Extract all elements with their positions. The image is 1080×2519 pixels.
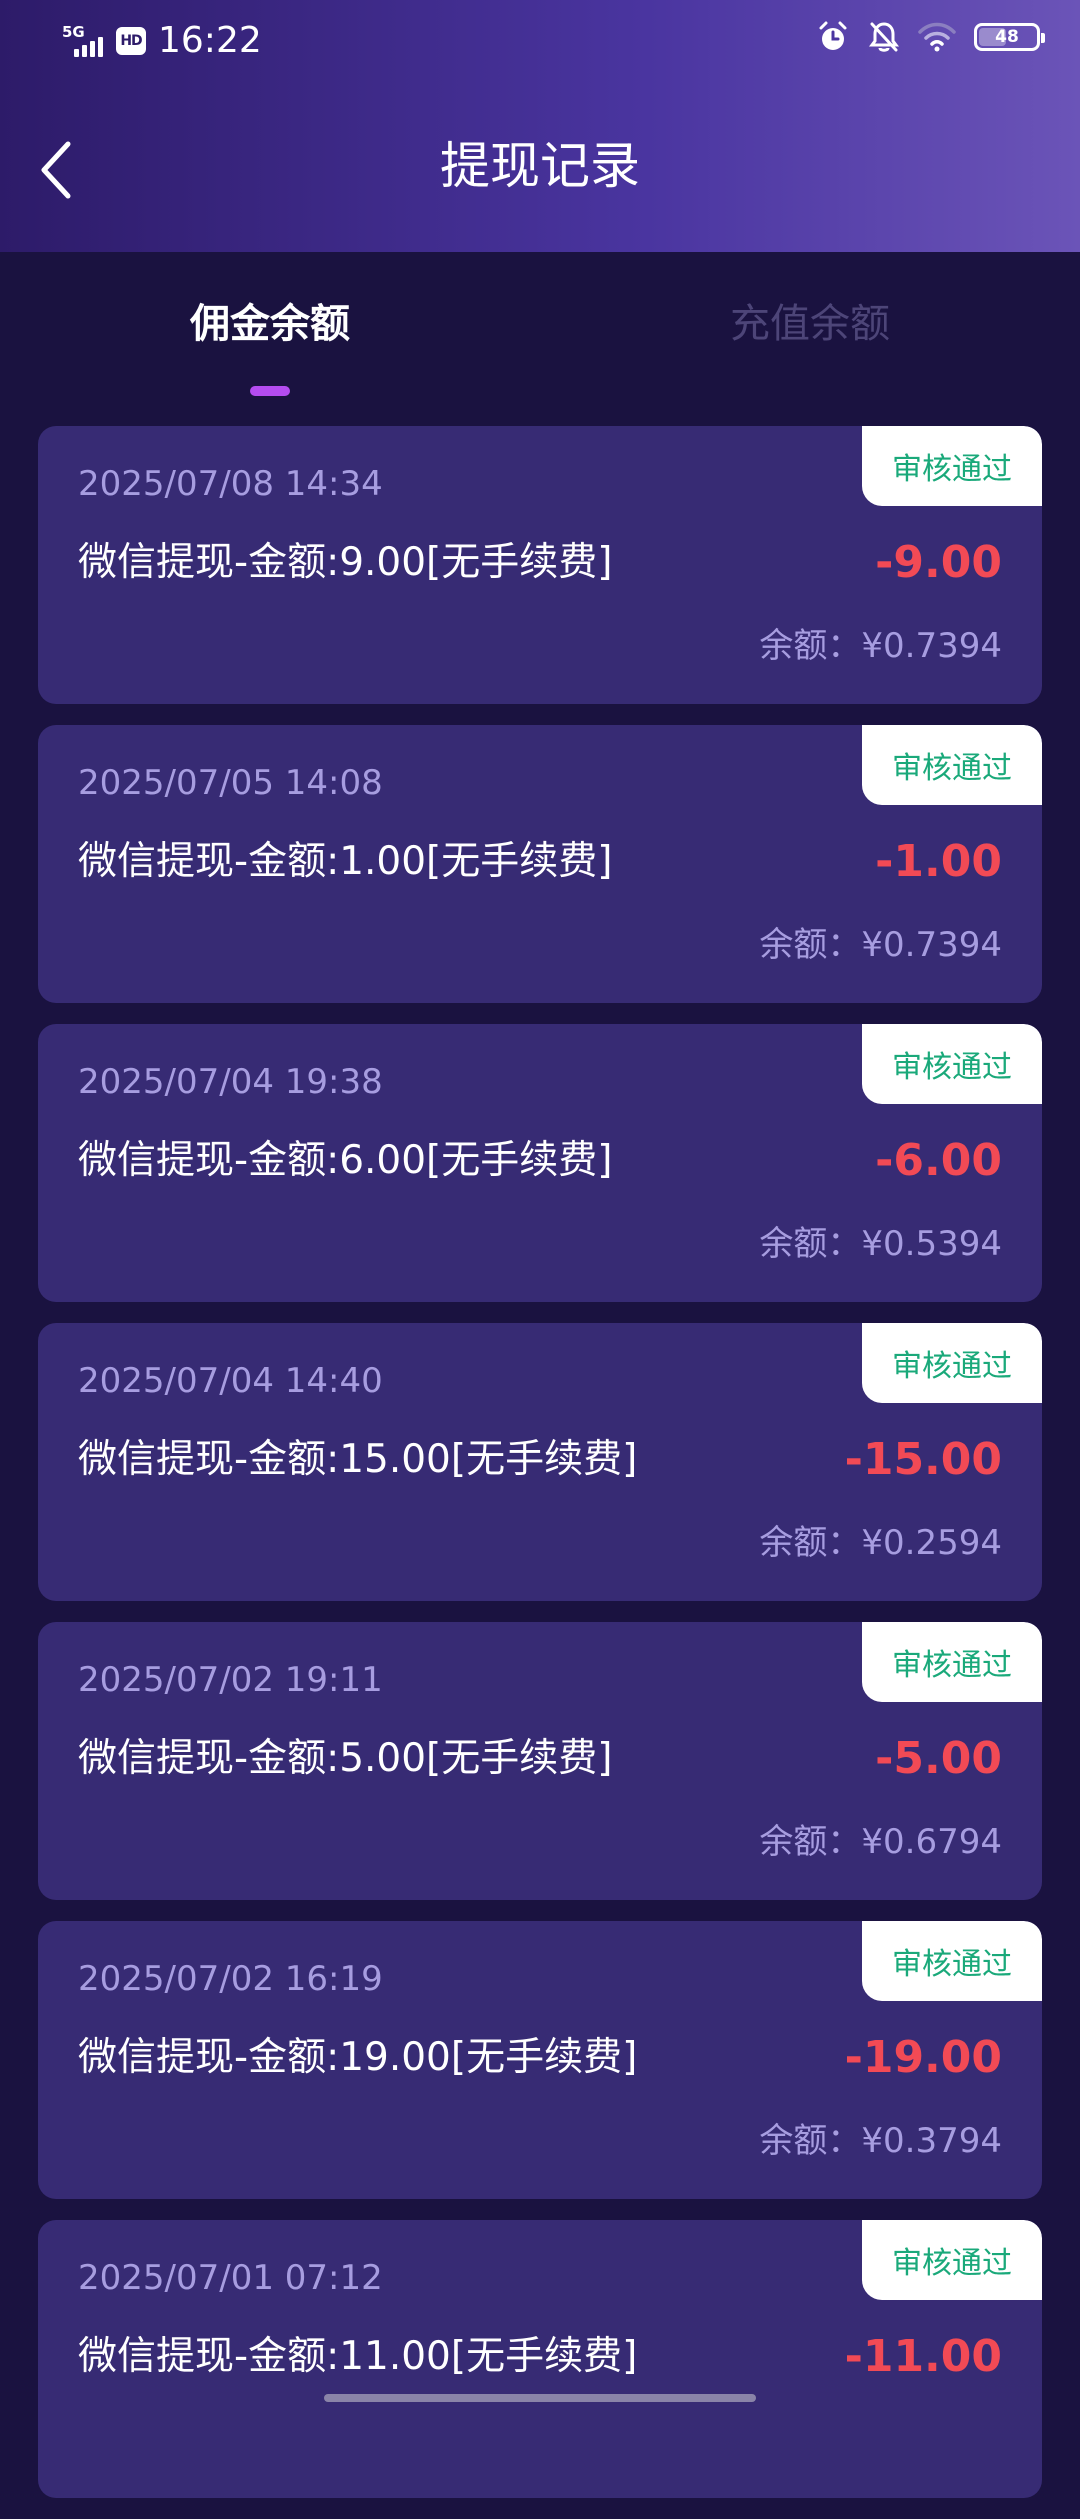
tab-indicator (250, 386, 290, 396)
page-title: 提现记录 (440, 137, 640, 195)
record-amount: -11.00 (844, 2331, 1002, 2382)
alarm-icon (816, 20, 850, 54)
record-date: 2025/07/02 19:11 (78, 1660, 383, 1700)
record-card[interactable]: 审核通过 2025/07/08 14:34 微信提现-金额:9.00[无手续费]… (38, 426, 1042, 704)
record-amount: -15.00 (844, 1434, 1002, 1485)
record-amount: -1.00 (875, 836, 1002, 887)
tab-bar: 佣金余额 充值余额 (0, 252, 1080, 412)
status-badge: 审核通过 (862, 725, 1042, 805)
record-description: 微信提现-金额:5.00[无手续费] (78, 1736, 613, 1781)
status-bar: 5G HD 16:22 48 (0, 0, 1080, 84)
home-indicator[interactable] (324, 2394, 756, 2402)
bell-off-icon (868, 20, 900, 54)
record-card[interactable]: 审核通过 2025/07/02 19:11 微信提现-金额:5.00[无手续费]… (38, 1622, 1042, 1900)
record-amount: -6.00 (875, 1135, 1002, 1186)
status-badge: 审核通过 (862, 1622, 1042, 1702)
record-description: 微信提现-金额:1.00[无手续费] (78, 839, 613, 884)
status-badge: 审核通过 (862, 1921, 1042, 2001)
record-card[interactable]: 审核通过 2025/07/01 07:12 微信提现-金额:11.00[无手续费… (38, 2220, 1042, 2498)
record-description: 微信提现-金额:6.00[无手续费] (78, 1138, 613, 1183)
record-date: 2025/07/01 07:12 (78, 2258, 383, 2298)
record-description: 微信提现-金额:19.00[无手续费] (78, 2035, 638, 2080)
status-left: 5G HD 16:22 (62, 20, 262, 61)
battery-icon: 48 (974, 23, 1045, 51)
record-amount: -5.00 (875, 1733, 1002, 1784)
record-balance: 余额：¥0.5394 (759, 1224, 1002, 1264)
record-description: 微信提现-金额:15.00[无手续费] (78, 1437, 638, 1482)
status-time: 16:22 (158, 20, 262, 61)
record-card[interactable]: 审核通过 2025/07/05 14:08 微信提现-金额:1.00[无手续费]… (38, 725, 1042, 1003)
record-balance: 余额：¥0.2594 (759, 1523, 1002, 1563)
record-balance: 余额：¥0.6794 (759, 1822, 1002, 1862)
record-card[interactable]: 审核通过 2025/07/02 16:19 微信提现-金额:19.00[无手续费… (38, 1921, 1042, 2199)
record-date: 2025/07/04 14:40 (78, 1361, 383, 1401)
record-amount: -9.00 (875, 537, 1002, 588)
record-amount: -19.00 (844, 2032, 1002, 2083)
status-badge: 审核通过 (862, 1024, 1042, 1104)
hd-icon: HD (116, 26, 146, 55)
record-date: 2025/07/04 19:38 (78, 1062, 383, 1102)
status-badge: 审核通过 (862, 1323, 1042, 1403)
signal-icon: 5G (62, 23, 108, 59)
record-date: 2025/07/08 14:34 (78, 464, 383, 504)
nav-bar: 提现记录 (0, 110, 1080, 230)
record-card[interactable]: 审核通过 2025/07/04 14:40 微信提现-金额:15.00[无手续费… (38, 1323, 1042, 1601)
record-description: 微信提现-金额:9.00[无手续费] (78, 540, 613, 585)
record-description: 微信提现-金额:11.00[无手续费] (78, 2334, 638, 2379)
battery-percent: 48 (995, 27, 1019, 47)
tab-commission-balance[interactable]: 佣金余额 (0, 296, 540, 352)
tab-recharge-balance[interactable]: 充值余额 (540, 296, 1080, 352)
record-date: 2025/07/05 14:08 (78, 763, 383, 803)
record-date: 2025/07/02 16:19 (78, 1959, 383, 1999)
record-list: 审核通过 2025/07/08 14:34 微信提现-金额:9.00[无手续费]… (38, 426, 1042, 2519)
record-balance: 余额：¥0.7394 (759, 925, 1002, 965)
status-badge: 审核通过 (862, 426, 1042, 506)
header: 5G HD 16:22 48 提现记录 (0, 0, 1080, 252)
wifi-icon (918, 22, 956, 52)
record-balance: 余额：¥0.7394 (759, 626, 1002, 666)
status-right: 48 (816, 20, 1045, 54)
record-balance: 余额：¥0.3794 (759, 2121, 1002, 2161)
status-badge: 审核通过 (862, 2220, 1042, 2300)
record-card[interactable]: 审核通过 2025/07/04 19:38 微信提现-金额:6.00[无手续费]… (38, 1024, 1042, 1302)
